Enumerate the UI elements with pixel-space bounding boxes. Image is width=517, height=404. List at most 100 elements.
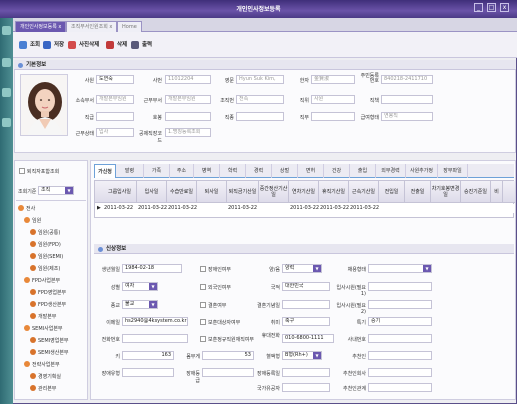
home-phone-field[interactable]	[122, 334, 188, 343]
detail-tab[interactable]: 면허	[298, 164, 324, 178]
employee-photo[interactable]	[20, 74, 68, 136]
veteran-checkbox[interactable]	[200, 319, 206, 325]
height-field[interactable]: 163	[122, 351, 174, 360]
emp-id-field[interactable]: 도연숙	[96, 75, 134, 84]
recommender-field[interactable]	[368, 334, 432, 343]
column-header[interactable]: 중간정산기산일	[259, 181, 289, 203]
tree-item[interactable]: 전사	[18, 205, 35, 212]
column-header[interactable]: 퇴사일	[197, 181, 227, 203]
column-header[interactable]: 입사일	[137, 181, 167, 203]
column-header[interactable]: 휴직기산일	[319, 181, 349, 203]
tree-item[interactable]: 개발본부	[30, 313, 56, 320]
table-cell[interactable]: 2011-03-22	[104, 205, 133, 211]
org-type-field[interactable]: 전속	[236, 95, 284, 104]
detail-tab[interactable]: 장부파일	[438, 164, 468, 178]
detail-tab[interactable]: 외부경력	[376, 164, 406, 178]
table-cell[interactable]: 2011-03-22	[168, 205, 197, 211]
detail-tab[interactable]: 경력	[246, 164, 272, 178]
job-class-field[interactable]: 사원	[311, 95, 355, 104]
occupation-field[interactable]	[236, 112, 284, 121]
detail-tab[interactable]: 출입	[350, 164, 376, 178]
gender-select[interactable]: 여자 ▼	[122, 282, 158, 291]
detail-tab[interactable]: 상벌	[272, 164, 298, 178]
eng-name-field[interactable]: Hyun Suk Kim,	[236, 75, 284, 84]
email-field[interactable]: hs2940@4ksystem.co.kr	[122, 317, 188, 326]
tree-item[interactable]: SEMI영업본부	[30, 337, 69, 344]
column-header[interactable]: 승진기준일	[461, 181, 491, 203]
table-cell[interactable]: 2011-03-22	[320, 205, 349, 211]
tree-item[interactable]: 관리본부	[30, 385, 56, 392]
resident-no-field[interactable]: 840218-2411710	[381, 75, 433, 84]
yangeum-select[interactable]: 양력 ▼	[282, 264, 322, 273]
search-button[interactable]: 조회	[19, 38, 40, 52]
column-header[interactable]: 비	[491, 181, 503, 203]
detail-tab[interactable]: 건강	[324, 164, 350, 178]
tree-item[interactable]: 경영기획실	[30, 373, 61, 380]
cost-dept-field[interactable]: 1.명칭등록조회	[165, 128, 211, 137]
tree-item[interactable]: 임원(공통)	[30, 229, 60, 236]
weight-field[interactable]: 53	[202, 351, 254, 360]
menu-icon[interactable]	[2, 26, 11, 35]
tab-close-icon[interactable]: x	[58, 24, 61, 30]
mobile-field[interactable]: 010-6800-1111	[282, 334, 334, 343]
table-cell[interactable]: 2011-03-22	[228, 205, 257, 211]
delete-button[interactable]: 삭제	[106, 38, 127, 52]
history-icon[interactable]	[2, 88, 11, 97]
column-header[interactable]: 수습만료일	[167, 181, 197, 203]
hobby-field[interactable]: 축구	[282, 317, 330, 326]
foreigner-checkbox[interactable]	[200, 284, 206, 290]
nationality-field[interactable]: 대한민국	[282, 282, 330, 291]
position-field[interactable]	[381, 95, 433, 104]
tab-close-icon[interactable]: x	[109, 24, 112, 30]
status-field[interactable]: 입사	[96, 128, 134, 137]
recommender3-field[interactable]	[368, 368, 432, 377]
blood-select[interactable]: B형(Rh+) ▼	[282, 351, 322, 360]
basis-select[interactable]: 조직 ▼	[38, 186, 74, 195]
detail-tab[interactable]: 발령	[116, 164, 144, 178]
tree-item[interactable]: SEMI사업본부	[24, 325, 63, 332]
table-cell[interactable]: 2011-03-22	[350, 205, 379, 211]
recruit1-field[interactable]	[368, 282, 432, 291]
work-dept-field[interactable]: 개발본부임원	[165, 95, 211, 104]
duty-field[interactable]	[311, 112, 355, 121]
tab-personnel-register[interactable]: 개인인사정보등록 x	[15, 21, 67, 32]
religion-select[interactable]: 불교 ▼	[122, 300, 158, 309]
pay-step-field[interactable]	[165, 112, 211, 121]
veteran-no-field[interactable]	[282, 368, 330, 377]
special-field[interactable]: 승기	[368, 317, 432, 326]
birth-field[interactable]: 1984-02-18	[122, 264, 182, 273]
table-cell[interactable]: 2011-03-22	[138, 205, 167, 211]
kor-name-field[interactable]: 金賢淑	[311, 75, 355, 84]
table-cell[interactable]: 2011-03-22	[290, 205, 319, 211]
print-button[interactable]: 출력	[131, 38, 152, 52]
column-header[interactable]: 전입일	[379, 181, 405, 203]
column-header[interactable]: 그룹입사일	[103, 181, 137, 203]
minimize-button[interactable]: _	[474, 3, 483, 12]
favorites-icon[interactable]	[2, 58, 11, 67]
tree-item[interactable]: SEMI생산본부	[30, 349, 69, 356]
table-row[interactable]: ▶ 2011-03-22 2011-03-22 2011-03-22 2011-03-2…	[95, 204, 515, 213]
column-header[interactable]: 연차기산일	[289, 181, 319, 203]
detail-tab[interactable]: 병역	[194, 164, 220, 178]
column-header[interactable]: 차기호봉변경일	[431, 181, 461, 203]
military-checkbox[interactable]	[200, 336, 206, 342]
tab-home[interactable]: Home	[117, 21, 142, 32]
detail-tab[interactable]: 가족	[144, 164, 170, 178]
national-merit-field[interactable]	[282, 383, 330, 392]
marriage-date-field[interactable]	[282, 300, 330, 309]
tree-item[interactable]: 전략사업본부	[24, 361, 60, 368]
settings-icon[interactable]	[2, 118, 11, 127]
emp-no-field[interactable]: 11012204	[165, 75, 211, 84]
maximize-button[interactable]: □	[487, 3, 496, 12]
recommender4-field[interactable]	[368, 383, 432, 392]
disability-kind-field[interactable]	[122, 368, 174, 377]
tree-item[interactable]: 임원(SEMI)	[30, 253, 63, 260]
tree-item[interactable]: 임원(제조)	[30, 265, 60, 272]
married-checkbox[interactable]	[200, 302, 206, 308]
column-header[interactable]: 근속기산일	[349, 181, 379, 203]
recruit2-field[interactable]	[368, 300, 432, 309]
column-header[interactable]: 전출일	[405, 181, 431, 203]
retired-include-checkbox[interactable]	[19, 168, 25, 174]
tree-item[interactable]: FPD사업본부	[24, 277, 60, 284]
detail-tab[interactable]: 학력	[220, 164, 246, 178]
